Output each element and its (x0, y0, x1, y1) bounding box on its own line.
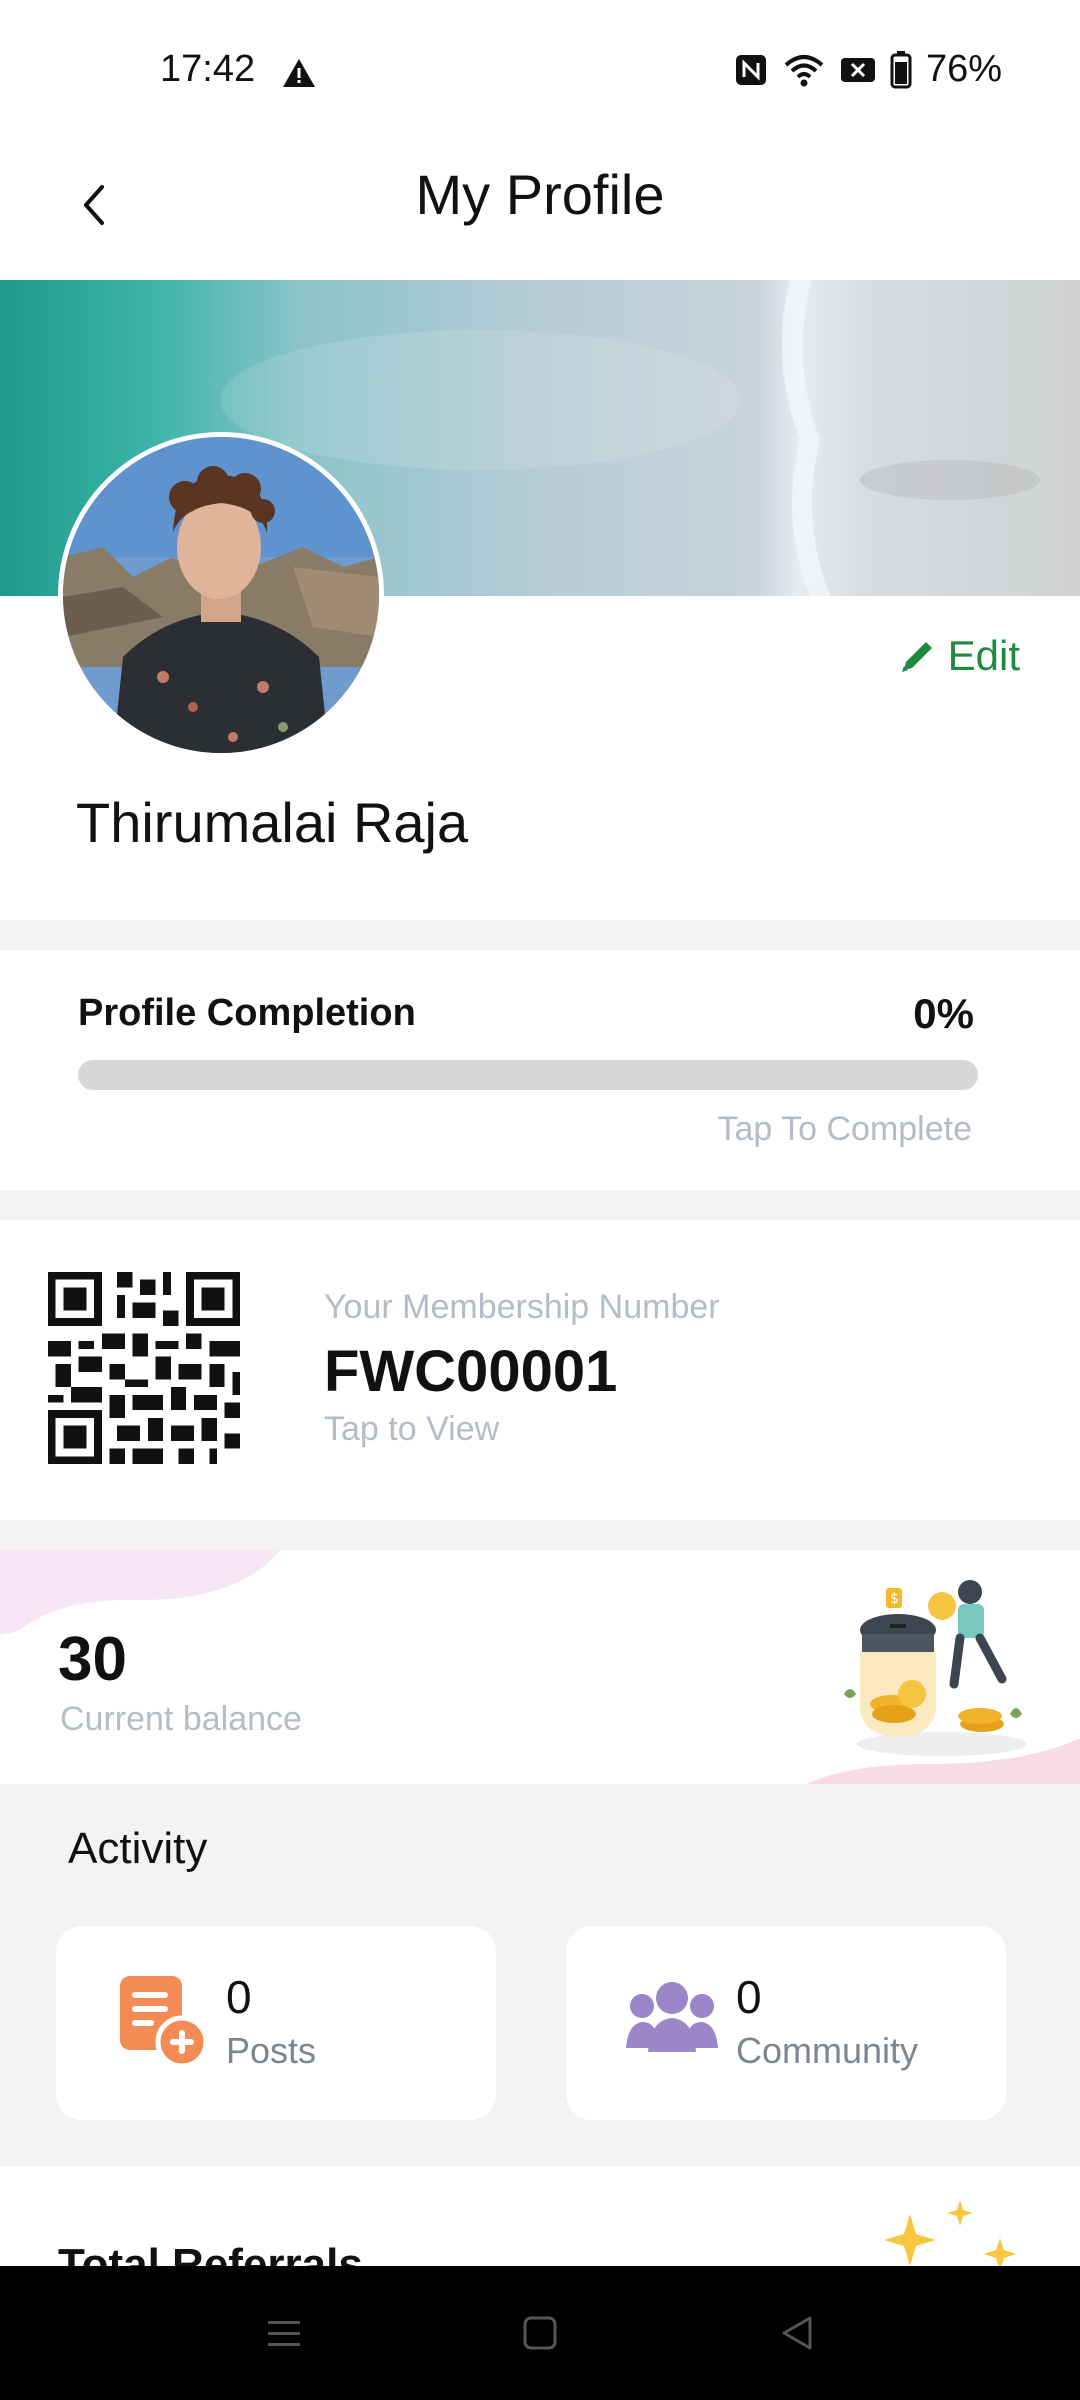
qr-code-icon[interactable] (48, 1272, 240, 1464)
menu-icon (268, 2321, 300, 2346)
referrals-card[interactable]: Total Referrals (0, 2166, 1080, 2266)
posts-label: Posts (226, 2030, 317, 2071)
nav-back-button[interactable] (768, 2308, 828, 2358)
avatar-photo (63, 437, 379, 753)
community-icon (626, 1982, 718, 2052)
completion-label: Profile Completion (78, 992, 416, 1034)
home-icon (523, 2316, 557, 2350)
community-tile[interactable]: 0 Community (566, 1926, 1006, 2120)
completion-progress-bar (78, 1060, 978, 1090)
balance-value: 30 (58, 1625, 127, 1694)
app-header: My Profile (0, 140, 1080, 280)
back-icon (782, 2316, 812, 2350)
profile-card: Edit Thirumalai Raja (0, 280, 1080, 920)
status-icons: 76% (734, 48, 1002, 91)
posts-tile[interactable]: 0 Posts (56, 1926, 496, 2120)
wifi-icon (784, 54, 824, 86)
balance-card[interactable]: 30 Current balance $ (0, 1550, 1080, 1784)
tap-to-complete-link[interactable]: Tap To Complete (717, 1110, 972, 1149)
posts-count: 0 (226, 1971, 252, 2023)
completion-percent: 0% (913, 990, 974, 1037)
battery-icon (890, 50, 912, 88)
warning-icon (283, 59, 315, 87)
community-label: Community (736, 2030, 919, 2071)
activity-section: Activity 0 Posts 0 Community (0, 1784, 1080, 2164)
sparkles-icon (884, 2200, 1016, 2266)
profile-completion-card[interactable]: Profile Completion 0% Tap To Complete (0, 950, 1080, 1190)
nav-menu-button[interactable] (254, 2308, 314, 2358)
pencil-icon (901, 642, 932, 672)
nav-home-button[interactable] (510, 2308, 570, 2358)
coin-jar-illustration: $ (844, 1580, 1027, 1756)
add-post-icon (120, 1976, 209, 2068)
tap-to-view-link[interactable]: Tap to View (324, 1410, 499, 1449)
user-name: Thirumalai Raja (76, 791, 469, 854)
decorative-blob (0, 1550, 280, 1635)
no-sim-icon (840, 57, 875, 82)
membership-label: Your Membership Number (324, 1288, 720, 1326)
edit-button[interactable]: Edit (898, 632, 1020, 680)
community-count: 0 (736, 1971, 762, 2023)
system-nav-bar (0, 2266, 1080, 2400)
avatar[interactable] (58, 432, 384, 758)
activity-title: Activity (68, 1824, 208, 1873)
status-time: 17:42 (160, 48, 256, 90)
battery-percent: 76% (925, 48, 1002, 90)
nfc-icon (735, 54, 766, 85)
page-title: My Profile (415, 163, 665, 226)
status-bar: 17:42 76% (0, 0, 1080, 140)
membership-number: FWC00001 (324, 1339, 618, 1404)
balance-label: Current balance (60, 1700, 302, 1738)
membership-card[interactable]: Your Membership Number FWC00001 Tap to V… (0, 1220, 1080, 1520)
edit-label: Edit (947, 632, 1020, 679)
svg-text:$: $ (890, 1591, 899, 1607)
referrals-title: Total Referrals (58, 2240, 363, 2266)
